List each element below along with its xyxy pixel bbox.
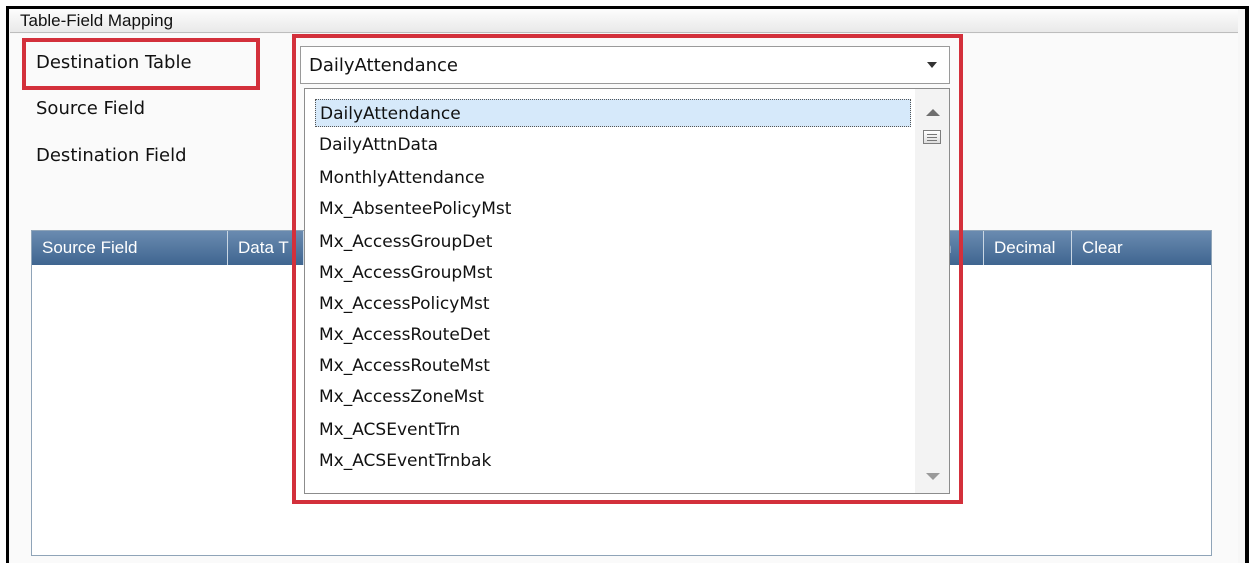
group-header: Table-Field Mapping	[10, 9, 1238, 33]
column-header-clear[interactable]: Clear	[1072, 231, 1211, 265]
destination-table-highlight	[22, 38, 260, 90]
column-header-source-field[interactable]: Source Field	[32, 231, 228, 265]
window-frame-right-border	[1245, 6, 1249, 563]
dropdown-highlight	[292, 34, 963, 504]
destination-field-label: Destination Field	[36, 145, 187, 166]
source-field-label: Source Field	[36, 98, 146, 119]
column-header-decimal[interactable]: Decimal	[984, 231, 1072, 265]
